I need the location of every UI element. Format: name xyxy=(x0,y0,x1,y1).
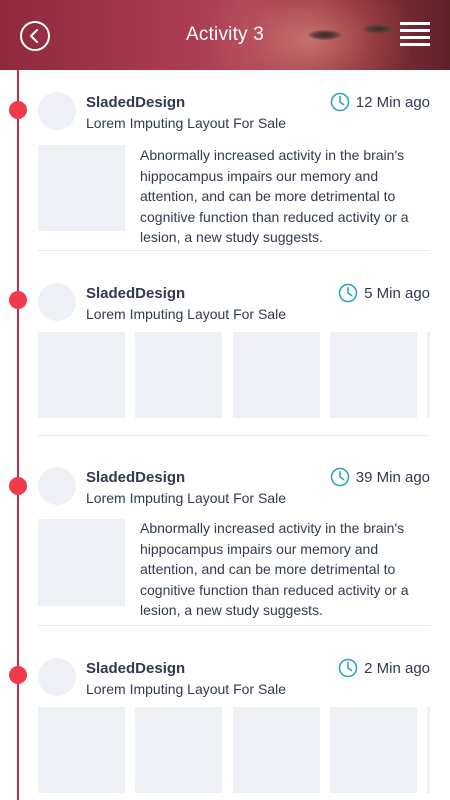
avatar[interactable] xyxy=(38,283,76,321)
avatar[interactable] xyxy=(38,658,76,696)
post-timestamp: 12 Min ago xyxy=(330,92,430,112)
gallery-image-thumbnail[interactable] xyxy=(38,332,125,418)
gallery-image-thumbnail[interactable] xyxy=(427,707,430,793)
post-subtitle: Lorem Imputing Layout For Sale xyxy=(86,681,286,697)
page-title: Activity 3 xyxy=(185,24,265,45)
post-time: 12 Min ago xyxy=(355,93,430,111)
post-subtitle: Lorem Imputing Layout For Sale xyxy=(86,115,286,131)
post-divider xyxy=(38,435,430,436)
post-time: 5 Min ago xyxy=(364,284,430,302)
gallery-image-thumbnail[interactable] xyxy=(135,707,222,793)
app-header: Activity 3 xyxy=(0,0,450,70)
post-author[interactable]: SladedDesign xyxy=(86,469,185,486)
clock-icon xyxy=(338,283,358,303)
post-author[interactable]: SladedDesign xyxy=(86,660,185,677)
post-subtitle: Lorem Imputing Layout For Sale xyxy=(86,306,286,322)
timeline-dot xyxy=(9,666,27,684)
clock-icon xyxy=(338,658,358,678)
post-divider xyxy=(38,250,430,251)
post-text: Abnormally increased activity in the bra… xyxy=(140,520,409,618)
timeline-dot xyxy=(9,291,27,309)
gallery-image-thumbnail[interactable] xyxy=(330,707,417,793)
gallery-image-thumbnail[interactable] xyxy=(135,332,222,418)
post-subtitle: Lorem Imputing Layout For Sale xyxy=(86,490,286,506)
gallery-image-thumbnail[interactable] xyxy=(233,332,320,418)
timeline-line xyxy=(17,70,19,800)
gallery-image-thumbnail[interactable] xyxy=(38,707,125,793)
menu-button[interactable] xyxy=(400,22,430,48)
clock-icon xyxy=(330,92,350,112)
activity-post[interactable]: SladedDesign Lorem Imputing Layout For S… xyxy=(38,283,430,438)
post-time: 39 Min ago xyxy=(355,468,430,486)
post-image-thumbnail[interactable] xyxy=(38,145,125,231)
timeline-dot xyxy=(9,101,27,119)
post-author[interactable]: SladedDesign xyxy=(86,94,185,111)
post-image-thumbnail[interactable] xyxy=(38,519,125,606)
post-time: 2 Min ago xyxy=(364,659,430,677)
avatar[interactable] xyxy=(38,92,76,130)
post-timestamp: 5 Min ago xyxy=(338,283,430,303)
clock-icon xyxy=(330,467,350,487)
post-divider xyxy=(38,625,430,626)
activity-post[interactable]: SladedDesign Lorem Imputing Layout For S… xyxy=(38,467,430,627)
gallery-image-thumbnail[interactable] xyxy=(233,707,320,793)
activity-post[interactable]: SladedDesign Lorem Imputing Layout For S… xyxy=(38,92,430,252)
post-author[interactable]: SladedDesign xyxy=(86,285,185,302)
activity-post[interactable]: SladedDesign Lorem Imputing Layout For S… xyxy=(38,658,430,800)
avatar[interactable] xyxy=(38,467,76,505)
gallery-image-thumbnail[interactable] xyxy=(330,332,417,418)
timeline-dot xyxy=(9,477,27,495)
post-timestamp: 2 Min ago xyxy=(338,658,430,678)
post-text: Abnormally increased activity in the bra… xyxy=(140,147,409,245)
post-timestamp: 39 Min ago xyxy=(330,467,430,487)
gallery-image-thumbnail[interactable] xyxy=(427,332,430,418)
